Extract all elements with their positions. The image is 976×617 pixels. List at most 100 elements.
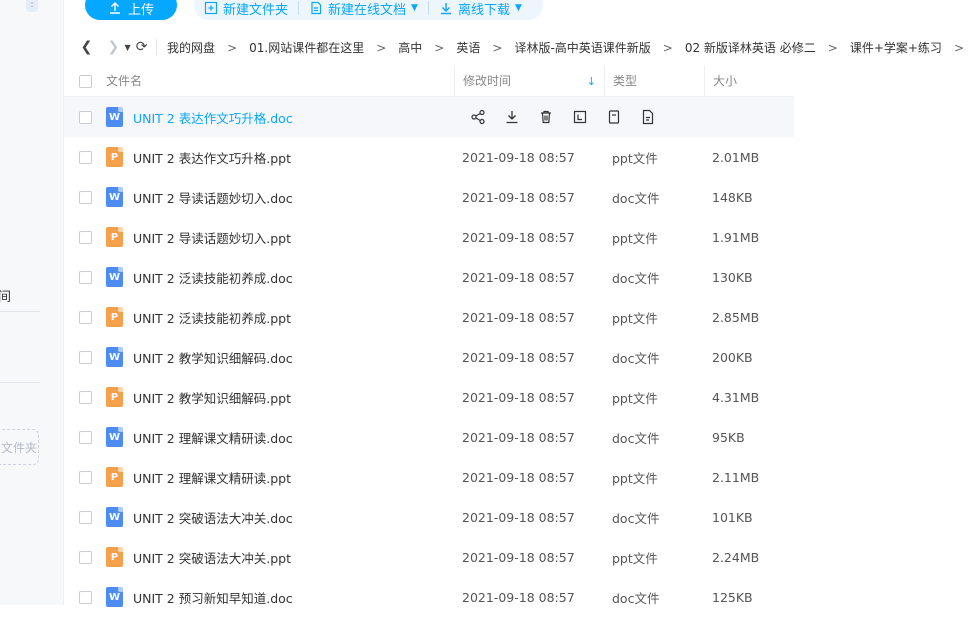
file-name[interactable]: UNIT 2 突破语法大冲关.ppt bbox=[133, 548, 291, 567]
download-icon[interactable] bbox=[504, 109, 520, 125]
new-folder-button[interactable]: 新建文件夹 bbox=[194, 0, 298, 18]
row-size: 2.24MB bbox=[712, 549, 760, 565]
row-size: 95KB bbox=[712, 429, 745, 445]
share-icon[interactable] bbox=[470, 109, 486, 125]
more-icon[interactable]: ⋮ bbox=[26, 0, 38, 12]
header-time[interactable]: 修改时间 ↓ bbox=[454, 65, 604, 97]
copy-icon[interactable] bbox=[606, 109, 622, 125]
header-type[interactable]: 类型 bbox=[604, 65, 704, 97]
breadcrumb-item[interactable]: 高中 bbox=[398, 41, 422, 55]
row-checkbox[interactable] bbox=[64, 350, 106, 364]
checkbox-box bbox=[78, 270, 92, 284]
table-row[interactable]: P UNIT 2 导读话题妙切入.ppt 2021-09-18 08:57 pp… bbox=[64, 217, 794, 257]
sort-down-icon: ↓ bbox=[586, 74, 596, 88]
table-row[interactable]: W UNIT 2 突破语法大冲关.doc 2021-09-18 08:57 do… bbox=[64, 497, 794, 537]
ppt-file-icon: P bbox=[106, 227, 123, 247]
table-row[interactable]: W UNIT 2 理解课文精研读.doc 2021-09-18 08:57 do… bbox=[64, 417, 794, 457]
file-info-icon[interactable] bbox=[640, 109, 656, 125]
breadcrumb-item[interactable]: 我的网盘 bbox=[167, 41, 215, 55]
row-checkbox[interactable] bbox=[64, 590, 106, 604]
table-row[interactable]: P UNIT 2 突破语法大冲关.ppt 2021-09-18 08:57 pp… bbox=[64, 537, 794, 577]
row-name-cell[interactable]: W UNIT 2 理解课文精研读.doc bbox=[106, 427, 454, 447]
breadcrumb-item[interactable]: 课件+学案+练习 bbox=[850, 41, 942, 55]
row-checkbox[interactable] bbox=[64, 510, 106, 524]
breadcrumb-item[interactable]: 01.网站课件都在这里 bbox=[249, 41, 364, 55]
row-name-cell[interactable]: P UNIT 2 教学知识细解码.ppt bbox=[106, 387, 454, 407]
row-type: ppt文件 bbox=[612, 310, 658, 326]
upload-button[interactable]: 上传 bbox=[85, 0, 177, 20]
row-checkbox[interactable] bbox=[64, 550, 106, 564]
breadcrumb-item[interactable]: 02 新版译林英语 必修二 bbox=[685, 41, 816, 55]
offline-download-label: 离线下载 bbox=[457, 2, 510, 18]
table-row[interactable]: P UNIT 2 泛读技能初养成.ppt 2021-09-18 08:57 pp… bbox=[64, 297, 794, 337]
file-name[interactable]: UNIT 2 教学知识细解码.ppt bbox=[133, 388, 291, 407]
row-type: ppt文件 bbox=[612, 470, 658, 486]
row-name-cell[interactable]: W UNIT 2 泛读技能初养成.doc bbox=[106, 267, 454, 287]
row-name-cell[interactable]: P UNIT 2 导读话题妙切入.ppt bbox=[106, 227, 454, 247]
breadcrumb-chevron-icon: > bbox=[662, 40, 673, 55]
file-name[interactable]: UNIT 2 理解课文精研读.doc bbox=[133, 428, 293, 447]
row-name-cell[interactable]: P UNIT 2 泛读技能初养成.ppt bbox=[106, 307, 454, 327]
file-name[interactable]: UNIT 2 导读话题妙切入.ppt bbox=[133, 228, 291, 247]
file-name[interactable]: UNIT 2 表达作文巧升格.ppt bbox=[133, 148, 291, 167]
table-row[interactable]: P UNIT 2 理解课文精研读.ppt 2021-09-18 08:57 pp… bbox=[64, 457, 794, 497]
table-row[interactable]: P UNIT 2 表达作文巧升格.ppt 2021-09-18 08:57 pp… bbox=[64, 137, 794, 177]
row-name-cell[interactable]: W UNIT 2 预习新知早知道.doc bbox=[106, 587, 454, 607]
ppt-file-icon: P bbox=[106, 547, 123, 567]
table-row[interactable]: P UNIT 2 教学知识细解码.ppt 2021-09-18 08:57 pp… bbox=[64, 377, 794, 417]
header-size[interactable]: 大小 bbox=[704, 65, 794, 97]
online-doc-icon bbox=[311, 1, 322, 15]
file-name[interactable]: UNIT 2 教学知识细解码.doc bbox=[133, 348, 293, 367]
breadcrumb-item[interactable]: 英语 bbox=[456, 41, 480, 55]
row-checkbox[interactable] bbox=[64, 310, 106, 324]
forward-icon[interactable]: ❯ bbox=[105, 38, 122, 56]
row-time: 2021-09-18 08:57 bbox=[462, 469, 575, 485]
delete-icon[interactable] bbox=[538, 109, 554, 125]
row-name-cell[interactable]: P UNIT 2 理解课文精研读.ppt bbox=[106, 467, 454, 487]
row-time: 2021-09-18 08:57 bbox=[462, 389, 575, 405]
row-name-cell[interactable]: W UNIT 2 表达作文巧升格.doc bbox=[106, 107, 454, 127]
rename-icon[interactable] bbox=[572, 109, 588, 125]
file-name[interactable]: UNIT 2 突破语法大冲关.doc bbox=[133, 508, 293, 527]
row-checkbox[interactable] bbox=[64, 390, 106, 404]
row-checkbox[interactable] bbox=[64, 110, 106, 124]
new-online-doc-button[interactable]: 新建在线文档 ▼ bbox=[299, 0, 428, 18]
checkbox-box bbox=[78, 110, 92, 124]
sidebar-folder-button[interactable]: 文件夹 bbox=[0, 429, 39, 465]
file-name[interactable]: UNIT 2 泛读技能初养成.doc bbox=[133, 268, 293, 287]
sidebar-item-partial[interactable]: 间 bbox=[0, 286, 11, 305]
file-name[interactable]: UNIT 2 理解课文精研读.ppt bbox=[133, 468, 291, 487]
row-name-cell[interactable]: W UNIT 2 突破语法大冲关.doc bbox=[106, 507, 454, 527]
chevron-down-icon: ▼ bbox=[514, 3, 522, 13]
row-checkbox[interactable] bbox=[64, 230, 106, 244]
file-name[interactable]: UNIT 2 预习新知早知道.doc bbox=[133, 588, 293, 607]
row-name-cell[interactable]: W UNIT 2 教学知识细解码.doc bbox=[106, 347, 454, 367]
table-row[interactable]: W UNIT 2 预习新知早知道.doc 2021-09-18 08:57 do… bbox=[64, 577, 794, 617]
new-folder-label: 新建文件夹 bbox=[223, 2, 289, 18]
table-row[interactable]: W UNIT 2 导读话题妙切入.doc 2021-09-18 08:57 do… bbox=[64, 177, 794, 217]
checkbox-box bbox=[78, 74, 92, 88]
row-checkbox[interactable] bbox=[64, 430, 106, 444]
header-name[interactable]: 文件名 bbox=[106, 66, 454, 97]
back-icon[interactable]: ❮ bbox=[78, 38, 95, 56]
select-all-checkbox[interactable] bbox=[64, 74, 106, 88]
row-checkbox[interactable] bbox=[64, 150, 106, 164]
row-name-cell[interactable]: P UNIT 2 表达作文巧升格.ppt bbox=[106, 147, 454, 167]
refresh-icon[interactable]: ⟳ bbox=[133, 38, 150, 56]
history-dropdown-icon[interactable]: ▼ bbox=[122, 38, 133, 56]
row-name-cell[interactable]: W UNIT 2 导读话题妙切入.doc bbox=[106, 187, 454, 207]
table-row[interactable]: W UNIT 2 表达作文巧升格.doc bbox=[64, 97, 794, 137]
table-row[interactable]: W UNIT 2 教学知识细解码.doc 2021-09-18 08:57 do… bbox=[64, 337, 794, 377]
breadcrumb-item[interactable]: 译林版-高中英语课件新版 bbox=[514, 41, 650, 55]
row-name-cell[interactable]: P UNIT 2 突破语法大冲关.ppt bbox=[106, 547, 454, 567]
file-name[interactable]: UNIT 2 导读话题妙切入.doc bbox=[133, 188, 293, 207]
file-name[interactable]: UNIT 2 表达作文巧升格.doc bbox=[133, 108, 293, 127]
row-checkbox[interactable] bbox=[64, 190, 106, 204]
row-time: 2021-09-18 08:57 bbox=[462, 429, 575, 445]
file-name[interactable]: UNIT 2 泛读技能初养成.ppt bbox=[133, 308, 291, 327]
table-header: 文件名 修改时间 ↓ 类型 大小 bbox=[64, 65, 794, 97]
table-row[interactable]: W UNIT 2 泛读技能初养成.doc 2021-09-18 08:57 do… bbox=[64, 257, 794, 297]
row-checkbox[interactable] bbox=[64, 270, 106, 284]
row-checkbox[interactable] bbox=[64, 470, 106, 484]
offline-download-button[interactable]: 离线下载 ▼ bbox=[429, 0, 532, 18]
